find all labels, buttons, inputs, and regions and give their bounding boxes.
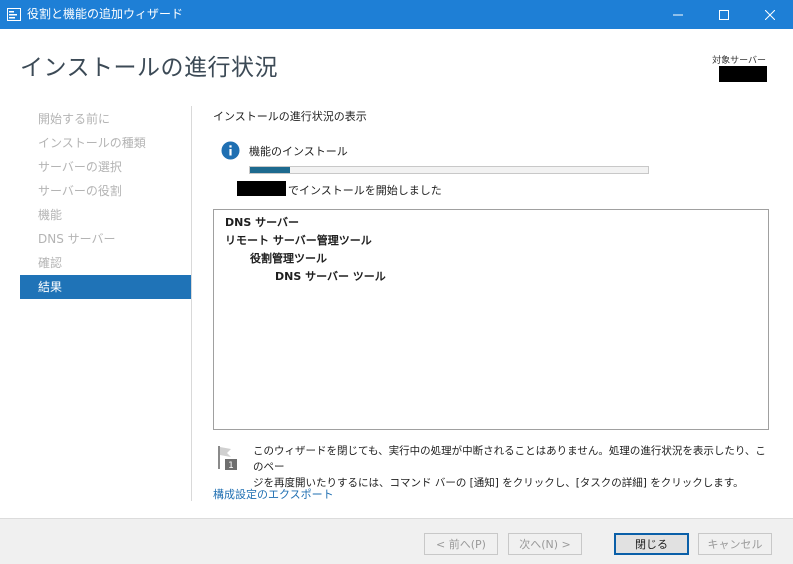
install-progress-fill <box>250 167 290 173</box>
close-button[interactable]: 閉じる <box>614 533 689 555</box>
maximize-icon <box>719 9 729 20</box>
nav-item-installation-type: インストールの種類 <box>38 136 146 150</box>
note-line-1: このウィザードを閉じても、実行中の処理が中断されることはありません。処理の進行状… <box>253 445 766 473</box>
server-name-redacted <box>237 181 286 196</box>
next-button[interactable]: 次へ(N) > <box>508 533 582 555</box>
section-title: インストールの進行状況の表示 <box>213 110 367 123</box>
maximize-button[interactable] <box>701 0 747 29</box>
results-list[interactable]: DNS サーバー リモート サーバー管理ツール 役割管理ツール DNS サーバー… <box>213 209 769 430</box>
wizard-footer: < 前へ(P) 次へ(N) > 閉じる キャンセル <box>0 518 793 564</box>
target-server-redacted <box>719 66 767 82</box>
nav-item-confirmation: 確認 <box>38 256 63 270</box>
svg-text:1: 1 <box>228 461 234 471</box>
info-icon <box>221 141 240 160</box>
nav-item-server-selection: サーバーの選択 <box>38 160 122 174</box>
nav-item-before-you-begin: 開始する前に <box>38 112 111 126</box>
nav-item-results[interactable]: 結果 <box>20 275 191 299</box>
wizard-nav: 開始する前に インストールの種類 サーバーの選択 サーバーの役割 機能 DNS … <box>20 107 191 299</box>
nav-item-features: 機能 <box>38 208 63 222</box>
close-wizard-note: このウィザードを閉じても、実行中の処理が中断されることはありません。処理の進行状… <box>253 443 768 491</box>
previous-button[interactable]: < 前へ(P) <box>424 533 498 555</box>
wizard-app-icon <box>7 8 21 21</box>
close-icon <box>765 9 775 20</box>
minimize-icon <box>673 14 683 15</box>
close-window-button[interactable] <box>747 0 793 29</box>
minimize-button[interactable] <box>655 0 701 29</box>
title-bar: 役割と機能の追加ウィザード <box>0 0 793 29</box>
window-title: 役割と機能の追加ウィザード <box>27 7 184 21</box>
result-item-dns-server: DNS サーバー <box>225 216 299 229</box>
result-item-role-admin-tools: 役割管理ツール <box>250 252 327 265</box>
result-item-dns-server-tools: DNS サーバー ツール <box>275 270 386 283</box>
export-config-link[interactable]: 構成設定のエクスポート <box>213 486 334 502</box>
nav-item-server-roles: サーバーの役割 <box>38 184 122 198</box>
nav-divider <box>191 106 192 501</box>
target-server-label: 対象サーバー <box>712 56 766 66</box>
cancel-button[interactable]: キャンセル <box>698 533 772 555</box>
notification-flag-icon: 1 <box>218 446 237 471</box>
page-title: インストールの進行状況 <box>20 55 279 81</box>
result-item-rsat: リモート サーバー管理ツール <box>225 234 372 247</box>
feature-install-label: 機能のインストール <box>249 145 348 158</box>
install-start-message: でインストールを開始しました <box>288 184 442 197</box>
nav-item-dns-server: DNS サーバー <box>38 232 116 246</box>
install-progress-bar <box>249 166 649 174</box>
